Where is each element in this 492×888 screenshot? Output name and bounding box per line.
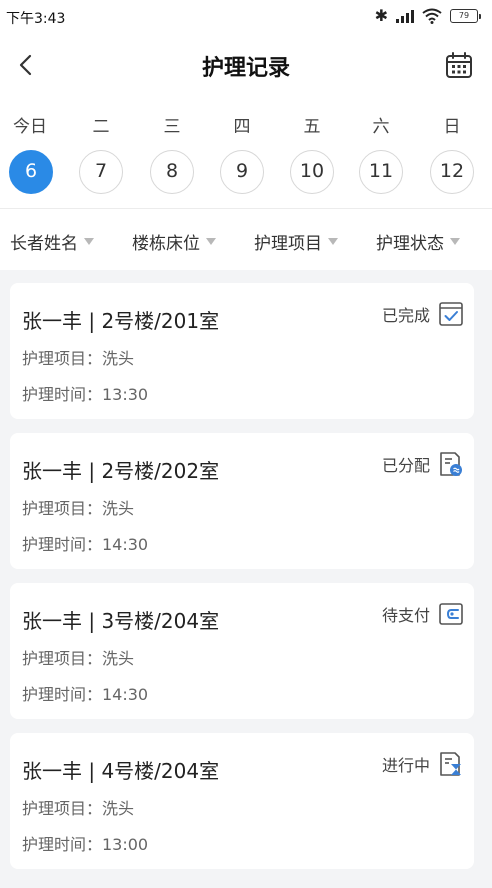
status-bar: 下午3:43 ✱ 79 — [0, 0, 492, 34]
weekday-label: 今日 — [13, 117, 47, 137]
weekday-label: 日 — [443, 117, 461, 137]
date-button[interactable]: 9 — [220, 150, 264, 194]
assigned-doc-icon — [440, 452, 462, 476]
care-record-card[interactable]: 张一丰 | 2号楼/202室 护理项目：洗头 护理时间：14:30 已分配 — [10, 433, 474, 569]
record-care-time: 护理时间：13:00 — [22, 835, 149, 854]
status-icons: ✱ 79 — [374, 6, 481, 25]
filter-bar: 长者姓名 楼栋床位 护理项目 护理状态 — [0, 208, 492, 270]
record-title: 张一丰 | 3号楼/204室 — [22, 609, 220, 633]
status-label: 已完成 — [381, 306, 430, 325]
wifi-icon — [422, 8, 442, 24]
check-box-icon — [439, 302, 463, 326]
filter-label: 护理状态 — [376, 234, 444, 254]
record-title: 张一丰 | 2号楼/202室 — [22, 459, 220, 483]
record-status: 已完成 — [382, 301, 464, 327]
filter-label: 护理项目 — [254, 234, 322, 254]
record-care-time: 护理时间：14:30 — [22, 685, 149, 704]
caret-down-icon — [84, 238, 94, 245]
status-label: 进行中 — [381, 756, 430, 775]
signal-icon — [396, 9, 414, 23]
date-button-selected[interactable]: 6 — [9, 150, 53, 194]
calendar-icon[interactable] — [444, 50, 474, 80]
filter-elder-name[interactable]: 长者姓名 — [10, 229, 94, 254]
wallet-icon — [439, 603, 463, 625]
care-record-card[interactable]: 张一丰 | 4号楼/204室 护理项目：洗头 护理时间：13:00 进行中 — [10, 733, 474, 869]
status-time: 下午3:43 — [6, 11, 66, 27]
record-status: 已分配 — [382, 451, 464, 477]
filter-label: 长者姓名 — [10, 234, 78, 254]
weekday-label: 六 — [372, 117, 390, 137]
week-selector: 今日 二 三 四 五 六 日 6 7 8 9 10 11 12 — [0, 96, 492, 208]
weekday-label: 二 — [92, 117, 110, 137]
nav-bar: 护理记录 — [0, 34, 492, 96]
date-button[interactable]: 10 — [290, 150, 334, 194]
hourglass-doc-icon — [440, 752, 461, 776]
weekday-label: 四 — [233, 117, 251, 137]
record-status: 待支付 — [382, 601, 464, 627]
status-label: 已分配 — [381, 456, 430, 475]
bluetooth-icon: ✱ — [374, 6, 388, 25]
filter-care-status[interactable]: 护理状态 — [376, 229, 460, 254]
caret-down-icon — [206, 238, 216, 245]
filter-care-item[interactable]: 护理项目 — [254, 229, 338, 254]
record-care-item: 护理项目：洗头 — [22, 349, 135, 368]
record-care-time: 护理时间：14:30 — [22, 535, 149, 554]
page-title: 护理记录 — [201, 56, 290, 81]
caret-down-icon — [450, 238, 460, 245]
filter-building-bed[interactable]: 楼栋床位 — [132, 229, 216, 254]
date-button[interactable]: 7 — [79, 150, 123, 194]
filter-label: 楼栋床位 — [132, 234, 200, 254]
battery-icon: 79 — [450, 8, 481, 23]
care-record-card[interactable]: 张一丰 | 2号楼/201室 护理项目：洗头 护理时间：13:30 已完成 — [10, 283, 474, 419]
date-button[interactable]: 12 — [430, 150, 474, 194]
date-button[interactable]: 11 — [359, 150, 403, 194]
record-care-item: 护理项目：洗头 — [22, 649, 135, 668]
date-button[interactable]: 8 — [150, 150, 194, 194]
record-care-time: 护理时间：13:30 — [22, 385, 149, 404]
weekday-label: 五 — [303, 117, 321, 137]
record-title: 张一丰 | 2号楼/201室 — [22, 309, 220, 333]
record-care-item: 护理项目：洗头 — [22, 499, 135, 518]
record-status: 进行中 — [382, 751, 464, 777]
caret-down-icon — [328, 238, 338, 245]
weekday-label: 三 — [163, 117, 181, 137]
record-care-item: 护理项目：洗头 — [22, 799, 135, 818]
record-title: 张一丰 | 4号楼/204室 — [22, 759, 220, 783]
care-record-card[interactable]: 张一丰 | 3号楼/204室 护理项目：洗头 护理时间：14:30 待支付 — [10, 583, 474, 719]
status-label: 待支付 — [381, 606, 430, 625]
